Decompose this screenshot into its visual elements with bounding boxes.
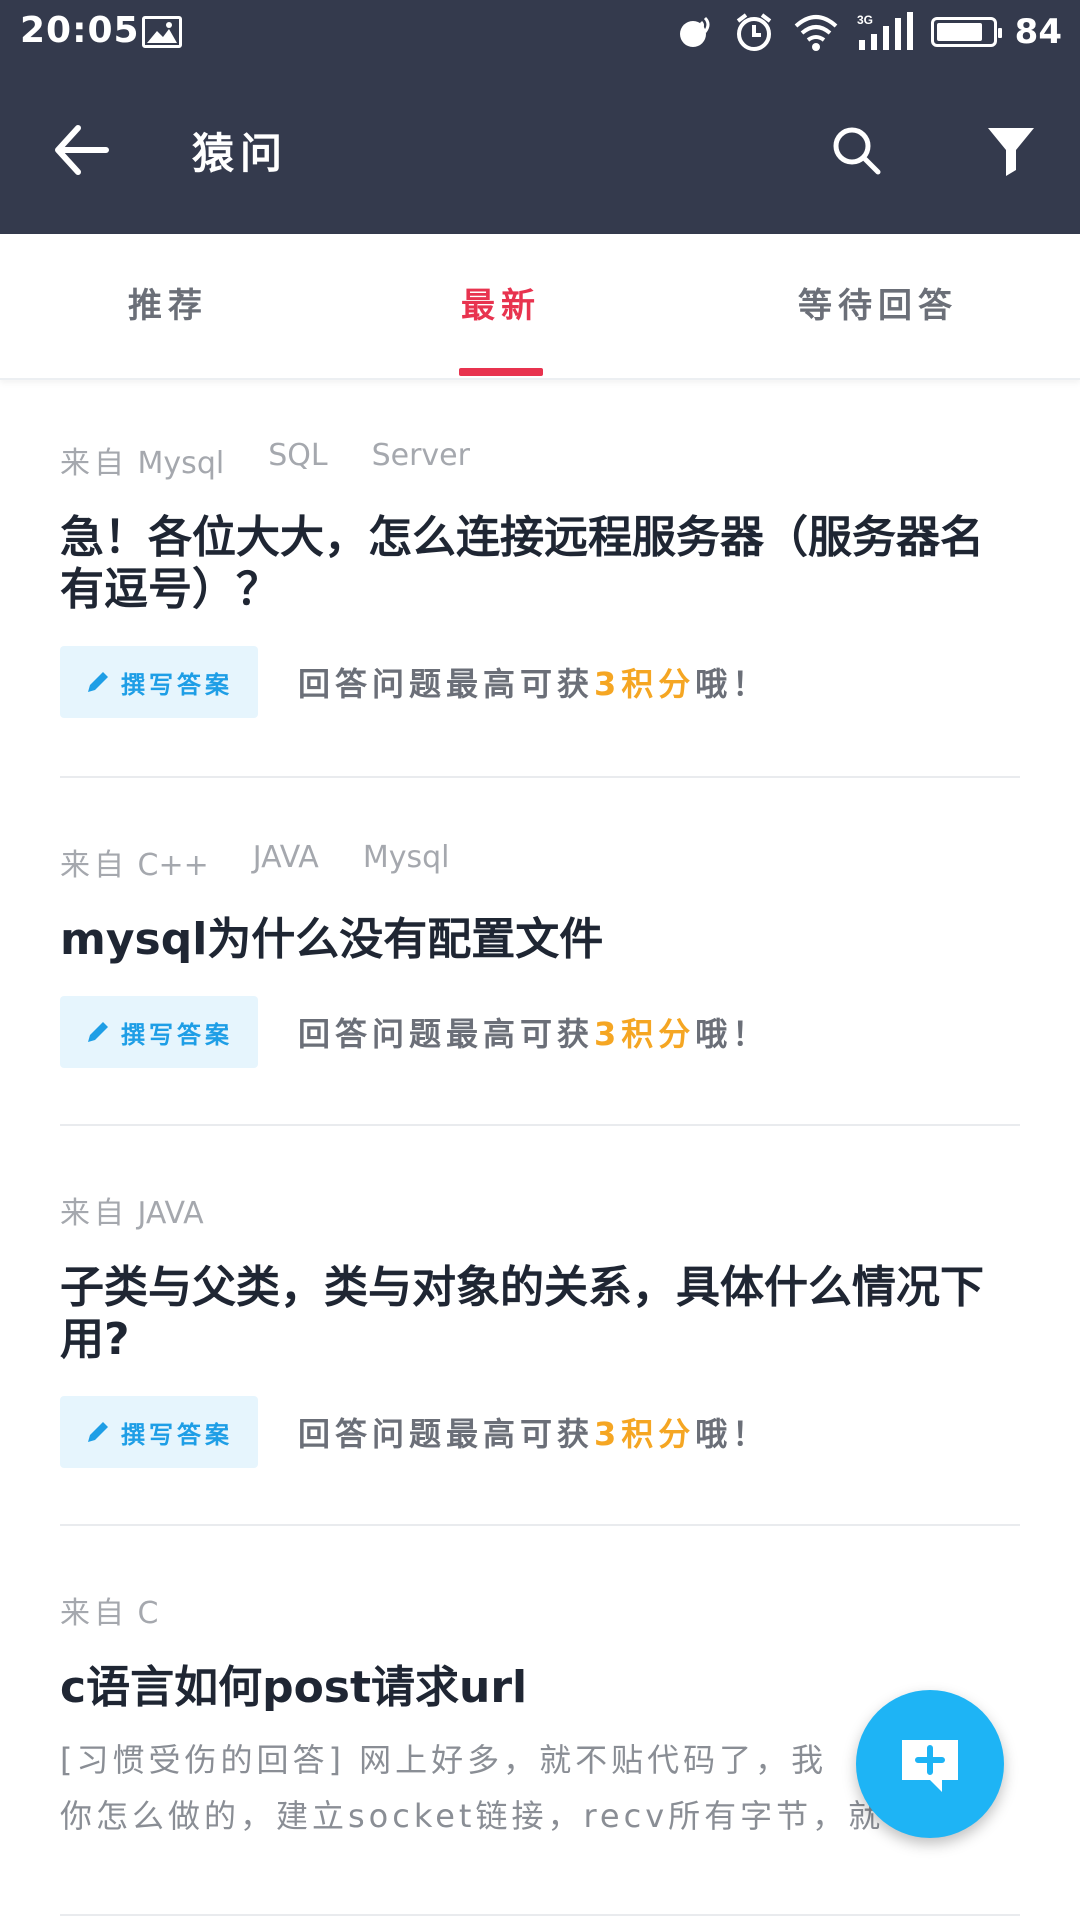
pencil-icon [88,1422,108,1442]
pencil-icon [88,1022,108,1042]
reward-points: 3积分 [594,1015,696,1053]
status-time: 20:05 [20,10,140,51]
reward-suffix: 哦！ [695,665,770,703]
write-answer-button[interactable]: 撰写答案 [60,646,258,718]
search-icon [833,127,881,175]
question-tags: 来自 JAVA [60,1188,1020,1232]
signal-3g-icon: 3G [857,12,913,50]
question-tags: 来自 C [60,1588,1020,1632]
question-tags: 来自 Mysql SQL Server [60,438,1020,482]
tab-bar: 推荐 最新 等待回答 [0,234,1080,380]
wifi-icon [794,15,838,51]
tag[interactable]: Server [372,438,470,482]
question-item[interactable]: 来自 C++ JAVA Mysql mysql为什么没有配置文件 撰写答案 回答… [60,840,1020,1068]
screenshot-notification-icon [142,16,182,48]
tag[interactable]: Mysql [363,840,450,884]
reward-points: 3积分 [594,665,696,703]
question-title[interactable]: 子类与父类，类与对象的关系，具体什么情况下 用? [60,1262,1020,1366]
reward-prefix: 回答问题最高可获 [298,1015,595,1053]
status-bar: 20:05 3G 84 [0,0,1080,64]
filter-button[interactable] [984,124,1038,178]
tab-waiting-answer[interactable]: 等待回答 [770,234,986,378]
question-title[interactable]: 急！各位大大，怎么连接远程服务器（服务器名 有逗号）？ [60,512,1020,616]
filter-icon [988,128,1034,176]
tag[interactable]: C++ [138,848,209,883]
write-answer-button[interactable]: 撰写答案 [60,996,258,1068]
search-button[interactable] [830,124,884,178]
excerpt-line: [习惯受伤的回答] 网上好多，就不贴代码了，我 [60,1741,828,1779]
tag[interactable]: JAVA [253,840,319,884]
add-comment-icon [902,1740,958,1792]
question-item[interactable]: 来自 JAVA 子类与父类，类与对象的关系，具体什么情况下 用? 撰写答案 回答… [60,1188,1020,1468]
reward-prefix: 回答问题最高可获 [298,1415,595,1453]
question-title[interactable]: mysql为什么没有配置文件 [60,914,1020,966]
excerpt-line: 你怎么做的，建立socket链接，recv所有字节，就 [60,1797,885,1835]
question-title-line: 子类与父类，类与对象的关系，具体什么情况下 [60,1262,984,1313]
page-title: 猿问 [192,129,289,178]
question-title-line: c语言如何post请求url [60,1662,528,1713]
active-tab-indicator [459,368,543,376]
svg-text:3G: 3G [857,13,873,27]
question-item[interactable]: 来自 Mysql SQL Server 急！各位大大，怎么连接远程服务器（服务器… [60,438,1020,718]
reward-prefix: 回答问题最高可获 [298,665,595,703]
from-label: 来自 [60,1596,128,1631]
write-answer-label: 撰写答案 [121,1420,233,1449]
divider [60,1524,1020,1526]
back-arrow-icon [55,125,109,175]
tag[interactable]: JAVA [138,1196,204,1231]
question-title-line: mysql为什么没有配置文件 [60,914,604,965]
vibrate-icon [679,16,710,47]
write-answer-label: 撰写答案 [121,1020,233,1049]
tag[interactable]: SQL [268,438,327,482]
ask-question-fab[interactable] [856,1690,1004,1838]
reward-points: 3积分 [594,1415,696,1453]
tab-recommended[interactable]: 推荐 [60,234,276,378]
question-title-line: 用? [60,1314,130,1365]
from-label: 来自 [60,848,128,883]
back-button[interactable] [52,122,112,178]
pencil-icon [88,672,108,692]
reward-text: 回答问题最高可获3积分哦！ [298,659,769,705]
question-title-line: 有逗号）？ [60,564,280,615]
question-title-line: 急！各位大大，怎么连接远程服务器（服务器名 [60,512,984,563]
reward-suffix: 哦！ [695,1415,770,1453]
write-answer-button[interactable]: 撰写答案 [60,1396,258,1468]
app-bar: 猿问 [0,64,1080,234]
tab-latest[interactable]: 最新 [393,234,609,378]
question-tags: 来自 C++ JAVA Mysql [60,840,1020,884]
reward-text: 回答问题最高可获3积分哦！ [298,1009,769,1055]
battery-icon [930,17,1002,47]
tag[interactable]: Mysql [138,446,225,481]
write-answer-label: 撰写答案 [121,670,233,699]
question-title[interactable]: c语言如何post请求url [60,1662,1020,1714]
divider [60,776,1020,778]
divider [60,1124,1020,1126]
tag[interactable]: C [138,1596,159,1631]
divider [60,1914,1020,1916]
reward-suffix: 哦！ [695,1015,770,1053]
battery-level: 84 [1014,12,1062,52]
from-label: 来自 [60,1196,128,1231]
from-label: 来自 [60,446,128,481]
answer-excerpt[interactable]: [习惯受伤的回答] 网上好多，就不贴代码了，我 你怎么做的，建立socket链接… [60,1732,940,1844]
alarm-icon [736,13,771,51]
reward-text: 回答问题最高可获3积分哦！ [298,1409,769,1455]
